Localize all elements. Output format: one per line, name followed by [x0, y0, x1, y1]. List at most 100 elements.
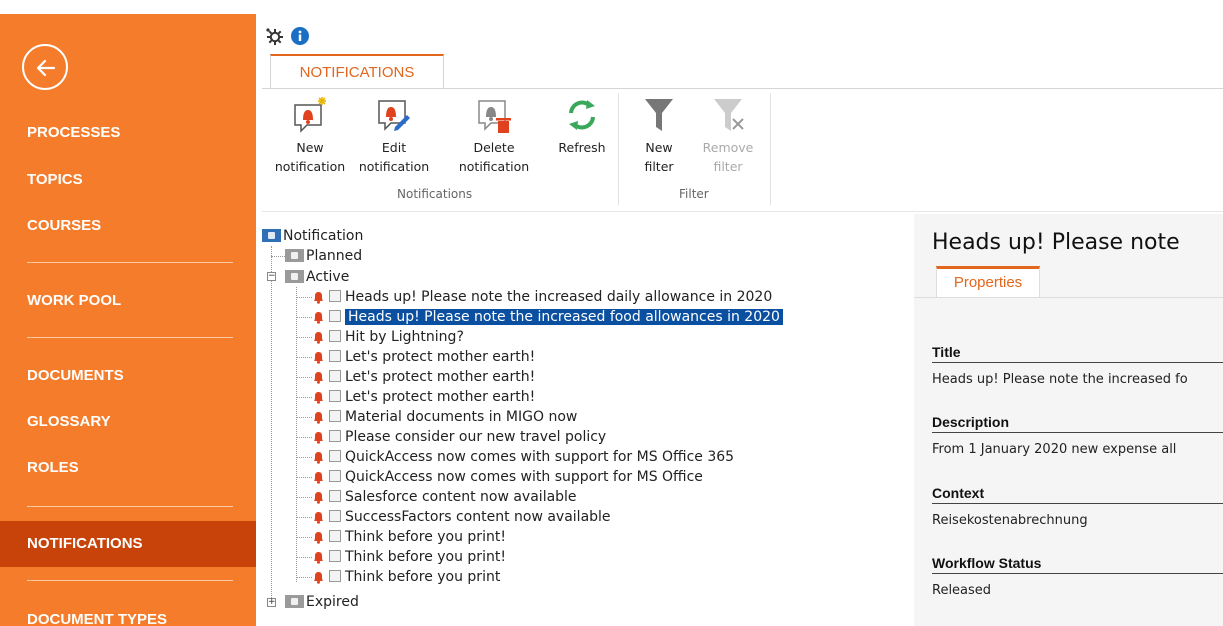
- remove-filter-button[interactable]: Remove filter: [698, 95, 758, 176]
- tree-node-notification[interactable]: Think before you print!: [312, 527, 506, 547]
- property-value-context: Reisekostenabrechnung: [932, 513, 1088, 528]
- refresh-label: Refresh: [558, 140, 606, 155]
- tab-divider: [914, 297, 1223, 298]
- tree-node-label: QuickAccess now comes with support for M…: [345, 469, 703, 485]
- property-label-context: Context: [932, 485, 1223, 504]
- info-icon[interactable]: [291, 27, 309, 45]
- folder-icon: [262, 229, 281, 242]
- sidebar-item-courses[interactable]: COURSES: [0, 203, 256, 249]
- sidebar-item-processes[interactable]: PROCESSES: [0, 110, 256, 156]
- tree-node-label: Please consider our new travel policy: [345, 429, 607, 445]
- sidebar-item-topics[interactable]: TOPICS: [0, 157, 256, 203]
- back-button[interactable]: [22, 44, 68, 90]
- tree-node-notification[interactable]: Let's protect mother earth!: [312, 347, 535, 367]
- bell-icon: [314, 472, 323, 484]
- tree-connector: [296, 557, 312, 558]
- expand-toggle[interactable]: +: [267, 598, 276, 607]
- item-checkbox[interactable]: [329, 390, 341, 402]
- tree-node-notification[interactable]: SuccessFactors content now available: [312, 507, 611, 527]
- tree-node-label: Think before you print!: [345, 529, 506, 545]
- property-value-description: From 1 January 2020 new expense all: [932, 442, 1177, 457]
- tree-node-notification[interactable]: Let's protect mother earth!: [312, 387, 535, 407]
- tree-connector: [296, 497, 312, 498]
- detail-pane: Heads up! Please note Properties Title H…: [914, 214, 1223, 626]
- sidebar-item-glossary[interactable]: GLOSSARY: [0, 399, 256, 445]
- folder-icon: [285, 595, 304, 608]
- tree-node-label: Let's protect mother earth!: [345, 389, 536, 405]
- sidebar-item-document-types[interactable]: DOCUMENT TYPES: [0, 597, 256, 626]
- tree-node-notification[interactable]: Hit by Lightning?: [312, 327, 464, 347]
- tab-notifications[interactable]: NOTIFICATIONS: [270, 54, 444, 88]
- sidebar-divider: [27, 262, 233, 263]
- tree-node-notification[interactable]: Heads up! Please note the increased food…: [312, 307, 783, 327]
- tree-node-notification[interactable]: QuickAccess now comes with support for M…: [312, 447, 734, 467]
- sidebar-item-documents[interactable]: DOCUMENTS: [0, 353, 256, 399]
- item-checkbox[interactable]: [329, 450, 341, 462]
- tree-node-notification[interactable]: Let's protect mother earth!: [312, 367, 535, 387]
- bell-icon: [314, 532, 323, 544]
- new-notification-label-1: New: [296, 140, 324, 155]
- item-checkbox[interactable]: [329, 490, 341, 502]
- delete-notification-button[interactable]: Delete notification: [454, 95, 534, 176]
- remove-filter-label-1: Remove: [702, 140, 754, 155]
- new-notification-button[interactable]: New notification: [270, 95, 350, 176]
- tree-node-notification[interactable]: Please consider our new travel policy: [312, 427, 606, 447]
- tree-node-notification[interactable]: Think before you print: [312, 567, 500, 587]
- tree-node-notification[interactable]: Heads up! Please note the increased dail…: [312, 287, 772, 307]
- tree-node-label: Material documents in MIGO now: [345, 409, 578, 425]
- item-checkbox[interactable]: [329, 550, 341, 562]
- item-checkbox[interactable]: [329, 530, 341, 542]
- item-checkbox[interactable]: [329, 350, 341, 362]
- filter-icon: [645, 99, 673, 131]
- item-checkbox[interactable]: [329, 290, 341, 302]
- tree-connector: [271, 246, 272, 602]
- bell-icon: [314, 392, 323, 404]
- edit-notification-label-2: notification: [358, 159, 430, 174]
- property-label-description: Description: [932, 414, 1223, 433]
- ribbon-separator: [618, 93, 619, 205]
- tree-node-expired[interactable]: Expired: [285, 592, 359, 612]
- bell-icon: [314, 452, 323, 464]
- item-checkbox[interactable]: [329, 410, 341, 422]
- tree-node-notification[interactable]: QuickAccess now comes with support for M…: [312, 467, 703, 487]
- ribbon-separator: [770, 93, 771, 205]
- detail-title: Heads up! Please note: [932, 230, 1180, 255]
- bell-icon: [314, 312, 323, 324]
- edit-notification-button[interactable]: Edit notification: [354, 95, 434, 176]
- bell-icon: [314, 332, 323, 344]
- item-checkbox[interactable]: [329, 570, 341, 582]
- item-checkbox[interactable]: [329, 370, 341, 382]
- new-filter-button[interactable]: New filter: [634, 95, 684, 176]
- refresh-button[interactable]: Refresh: [544, 95, 620, 157]
- tree-node-label: Hit by Lightning?: [345, 329, 464, 345]
- tab-properties[interactable]: Properties: [936, 266, 1040, 298]
- tree-node-active[interactable]: Active: [285, 267, 349, 287]
- sidebar-item-notifications[interactable]: NOTIFICATIONS: [0, 521, 256, 567]
- item-checkbox[interactable]: [329, 430, 341, 442]
- tree-node-notification[interactable]: Material documents in MIGO now: [312, 407, 577, 427]
- refresh-icon: [569, 100, 595, 130]
- bell-icon: [314, 552, 323, 564]
- sidebar-divider: [27, 506, 233, 507]
- property-value-title: Heads up! Please note the increased fo: [932, 372, 1188, 387]
- folder-icon: [285, 270, 304, 283]
- tree-connector: [296, 297, 312, 298]
- tree-node-label: Let's protect mother earth!: [345, 349, 536, 365]
- edit-notification-icon: [378, 100, 410, 131]
- tree-node-notification[interactable]: Think before you print!: [312, 547, 506, 567]
- tree-node-label: Heads up! Please note the increased food…: [345, 309, 783, 325]
- ribbon-toolbar: New notification Edit notification Delet…: [262, 88, 1223, 212]
- sidebar-item-work-pool[interactable]: WORK POOL: [0, 278, 256, 324]
- item-checkbox[interactable]: [329, 330, 341, 342]
- collapse-toggle[interactable]: −: [267, 272, 276, 281]
- item-checkbox[interactable]: [329, 470, 341, 482]
- tree-node-planned[interactable]: Planned: [285, 246, 362, 266]
- item-checkbox[interactable]: [329, 310, 341, 322]
- tree-connector: [296, 317, 312, 318]
- item-checkbox[interactable]: [329, 510, 341, 522]
- sidebar-item-roles[interactable]: ROLES: [0, 445, 256, 491]
- tree-node-root[interactable]: Notification: [262, 226, 363, 246]
- tree-node-notification[interactable]: Salesforce content now available: [312, 487, 577, 507]
- tree-node-label: Let's protect mother earth!: [345, 369, 536, 385]
- gear-icon[interactable]: [265, 27, 283, 45]
